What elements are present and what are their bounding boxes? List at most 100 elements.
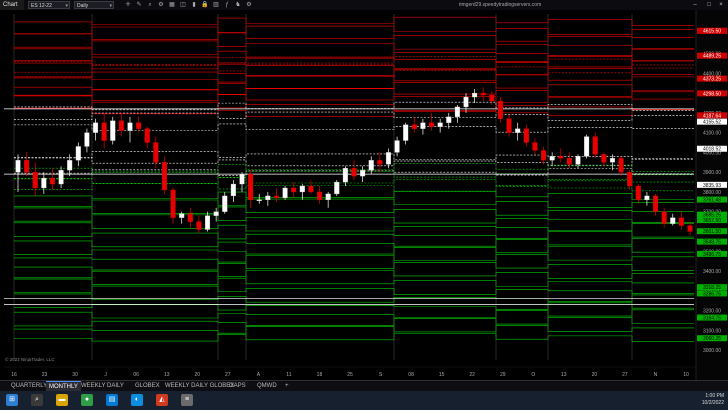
tab-quarterly[interactable]: QUARTERLY: [8, 381, 50, 391]
indicators-icon[interactable]: ƒ: [223, 1, 231, 9]
candle-body: [299, 185, 305, 193]
x-tick-label: 13: [164, 372, 170, 378]
chevron-down-icon: ▾: [109, 3, 112, 9]
candle-body: [515, 128, 521, 133]
notepad-icon[interactable]: ≡: [181, 394, 193, 406]
candle-body: [239, 173, 245, 185]
y-tick-label: 4100.00: [703, 131, 721, 137]
candle-body: [489, 94, 495, 102]
store-icon[interactable]: ▤: [106, 394, 118, 406]
candle-body: [429, 122, 435, 127]
x-tick-label: 18: [317, 372, 323, 378]
tab-monthly[interactable]: MONTHLY: [46, 381, 81, 391]
candle-body: [618, 158, 624, 173]
price-tag-green: 3601.50: [703, 229, 721, 235]
candle-body: [385, 152, 391, 165]
tab-gaps[interactable]: GAPS: [226, 381, 249, 391]
candle-body: [480, 92, 486, 96]
candle-body: [541, 150, 547, 161]
candle-body: [394, 140, 400, 153]
minimize-button[interactable]: –: [688, 0, 702, 10]
candle-body: [222, 195, 228, 212]
candle-body: [377, 160, 383, 165]
price-tag-green: 3318.25: [703, 285, 721, 291]
x-tick-label: 13: [561, 372, 567, 378]
tab-daily[interactable]: DAILY: [104, 381, 127, 391]
x-tick-label: 27: [225, 372, 231, 378]
price-chart[interactable]: 4500.004400.004300.004200.004100.004000.…: [0, 10, 728, 380]
close-button[interactable]: ×: [714, 0, 728, 10]
candle-body: [179, 213, 185, 218]
candle-body: [334, 181, 340, 195]
properties-icon[interactable]: ⚙: [157, 1, 165, 9]
tab-qmwd[interactable]: QMWD: [254, 381, 280, 391]
x-tick-label: 20: [194, 372, 200, 378]
y-tick-label: 3100.00: [703, 328, 721, 334]
start-icon[interactable]: ⊞: [6, 394, 18, 406]
candle-body: [256, 199, 262, 202]
x-tick-label: O: [531, 372, 535, 378]
candle-body: [32, 172, 38, 189]
candle-body: [463, 96, 469, 108]
chrome-icon[interactable]: ●: [81, 394, 93, 406]
file-explorer-icon[interactable]: ▬: [56, 394, 68, 406]
x-tick-label: 08: [408, 372, 414, 378]
candle-body: [161, 162, 167, 191]
instrument-selector[interactable]: ES 12-22 ▾: [28, 1, 70, 9]
chevron-down-icon: ▾: [65, 3, 68, 9]
templates-icon[interactable]: ▦: [168, 1, 176, 9]
candle-body: [566, 158, 572, 165]
candle-body: [213, 211, 219, 216]
candle-body: [58, 170, 64, 185]
chart-tab-bar: QUARTERLY MONTHLY WEEKLY DAILY GLOBEX WEEKLY …: [0, 380, 728, 391]
candle-body: [403, 124, 409, 141]
candle-body: [265, 195, 271, 201]
period-selector[interactable]: Daily ▾: [74, 1, 114, 9]
system-clock[interactable]: 1:00 PM 10/2/2022: [674, 393, 724, 407]
candle-body: [592, 136, 598, 155]
x-tick-label: 10: [683, 372, 689, 378]
candle-body: [351, 168, 357, 177]
candle-body: [101, 122, 107, 141]
candle-body: [230, 183, 236, 197]
x-tick-label: N: [654, 372, 658, 378]
candle-body: [110, 120, 116, 141]
candle-body: [24, 160, 30, 173]
candle-body: [41, 177, 47, 189]
candle-body: [118, 120, 124, 131]
y-tick-label: 3800.00: [703, 190, 721, 196]
settings-icon[interactable]: ⚙: [245, 1, 253, 9]
candle-body: [136, 122, 142, 129]
candle-body: [661, 211, 667, 224]
price-tag-green: 3486.75: [703, 252, 721, 258]
candle-body: [282, 187, 288, 199]
tab-add[interactable]: +: [282, 381, 292, 391]
x-tick-label: 06: [133, 372, 139, 378]
price-tag-red: 4187.64: [703, 113, 721, 119]
x-tick-label: 15: [439, 372, 445, 378]
strategies-icon[interactable]: ♞: [234, 1, 242, 9]
lock-icon[interactable]: 🔒: [201, 1, 209, 9]
x-tick-label: 11: [286, 372, 291, 378]
zoom-icon[interactable]: ⌕: [146, 1, 154, 9]
candle-body: [497, 100, 503, 119]
candle-body: [170, 189, 176, 218]
ninjatrader-icon[interactable]: ◭: [156, 394, 168, 406]
copyright-label: © 2022 NinjaTrader, LLC: [5, 357, 55, 362]
search-icon[interactable]: ⌕: [31, 394, 43, 406]
draw-icon[interactable]: ✎: [135, 1, 143, 9]
y-tick-label: 3900.00: [703, 170, 721, 176]
edge-icon[interactable]: ◐: [131, 394, 143, 406]
x-tick-label: 30: [72, 372, 78, 378]
crosshair-icon[interactable]: ✛: [124, 1, 132, 9]
x-tick-label: 23: [42, 372, 48, 378]
period-value: Daily: [77, 3, 89, 9]
chart-style-icon[interactable]: ▥: [212, 1, 220, 9]
candle-body: [678, 217, 684, 226]
price-tag-red: 4615.50: [703, 29, 721, 35]
bar-icon[interactable]: ▮: [190, 1, 198, 9]
candle-body: [127, 122, 133, 131]
tab-globex[interactable]: GLOBEX: [132, 381, 163, 391]
screenshot-icon[interactable]: ◫: [179, 1, 187, 9]
candle-body: [687, 225, 693, 232]
